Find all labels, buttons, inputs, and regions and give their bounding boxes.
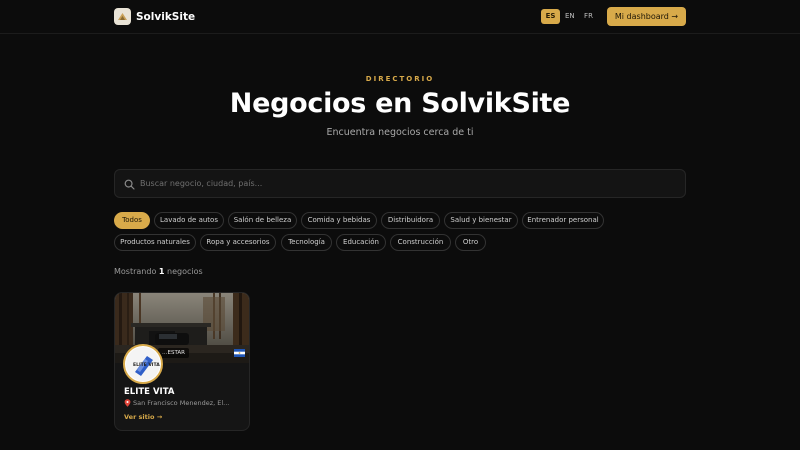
avatar-text: ELITE VITA bbox=[133, 362, 160, 368]
section-eyebrow: DIRECTORIO bbox=[365, 75, 435, 83]
pin-icon bbox=[124, 399, 131, 407]
lang-es-button[interactable]: ES bbox=[541, 9, 560, 24]
lang-en-button[interactable]: EN bbox=[561, 9, 578, 24]
category-chip-comida-y-bebidas[interactable]: Comida y bebidas bbox=[301, 212, 377, 229]
search-bar bbox=[114, 169, 686, 198]
top-header: SolvikSite ES EN FR Mi dashboard → bbox=[0, 0, 800, 34]
business-avatar: ELITE VITA bbox=[123, 344, 163, 384]
category-badge: …ESTAR bbox=[158, 348, 189, 358]
category-chip-tecnologia[interactable]: Tecnología bbox=[281, 234, 332, 251]
logo-icon bbox=[114, 8, 131, 25]
view-site-link[interactable]: Ver sitio → bbox=[124, 413, 162, 421]
category-chip-otro[interactable]: Otro bbox=[455, 234, 486, 251]
category-chip-salon-de-belleza[interactable]: Salón de belleza bbox=[228, 212, 297, 229]
results-suffix: negocios bbox=[167, 267, 203, 276]
business-card[interactable]: …ESTAR ELITE VITA ELITE VITA San Francis… bbox=[114, 292, 250, 431]
brand-name: SolvikSite bbox=[136, 10, 196, 23]
brand-link[interactable]: SolvikSite bbox=[114, 8, 195, 25]
category-chip-educacion[interactable]: Educación bbox=[336, 234, 386, 251]
category-chip-salud-y-bienestar[interactable]: Salud y bienestar bbox=[444, 212, 518, 229]
category-chip-ropa-y-accesorios[interactable]: Ropa y accesorios bbox=[200, 234, 276, 251]
search-icon bbox=[124, 179, 135, 190]
business-location: San Francisco Menendez, El... bbox=[124, 399, 229, 407]
business-location-text: San Francisco Menendez, El... bbox=[133, 399, 230, 407]
page-subtitle: Encuentra negocios cerca de ti bbox=[326, 127, 474, 138]
search-input[interactable] bbox=[140, 170, 680, 197]
lang-fr-button[interactable]: FR bbox=[580, 9, 597, 24]
category-chip-entrenador-personal[interactable]: Entrenador personal bbox=[522, 212, 604, 229]
category-chip-todos[interactable]: Todos bbox=[114, 212, 150, 229]
results-count: Mostrando 1 negocios bbox=[114, 267, 203, 276]
results-number: 1 bbox=[158, 267, 165, 276]
page-title: Negocios en SolvikSite bbox=[229, 88, 571, 119]
category-chip-lavado-de-autos[interactable]: Lavado de autos bbox=[154, 212, 224, 229]
business-name: ELITE VITA bbox=[124, 387, 175, 397]
results-prefix: Mostrando bbox=[114, 267, 157, 276]
dashboard-button[interactable]: Mi dashboard → bbox=[607, 7, 686, 26]
flag-icon bbox=[234, 349, 245, 357]
category-chip-distribuidora[interactable]: Distribuidora bbox=[381, 212, 440, 229]
category-chip-construccion[interactable]: Construcción bbox=[390, 234, 451, 251]
category-chip-productos-naturales[interactable]: Productos naturales bbox=[114, 234, 196, 251]
